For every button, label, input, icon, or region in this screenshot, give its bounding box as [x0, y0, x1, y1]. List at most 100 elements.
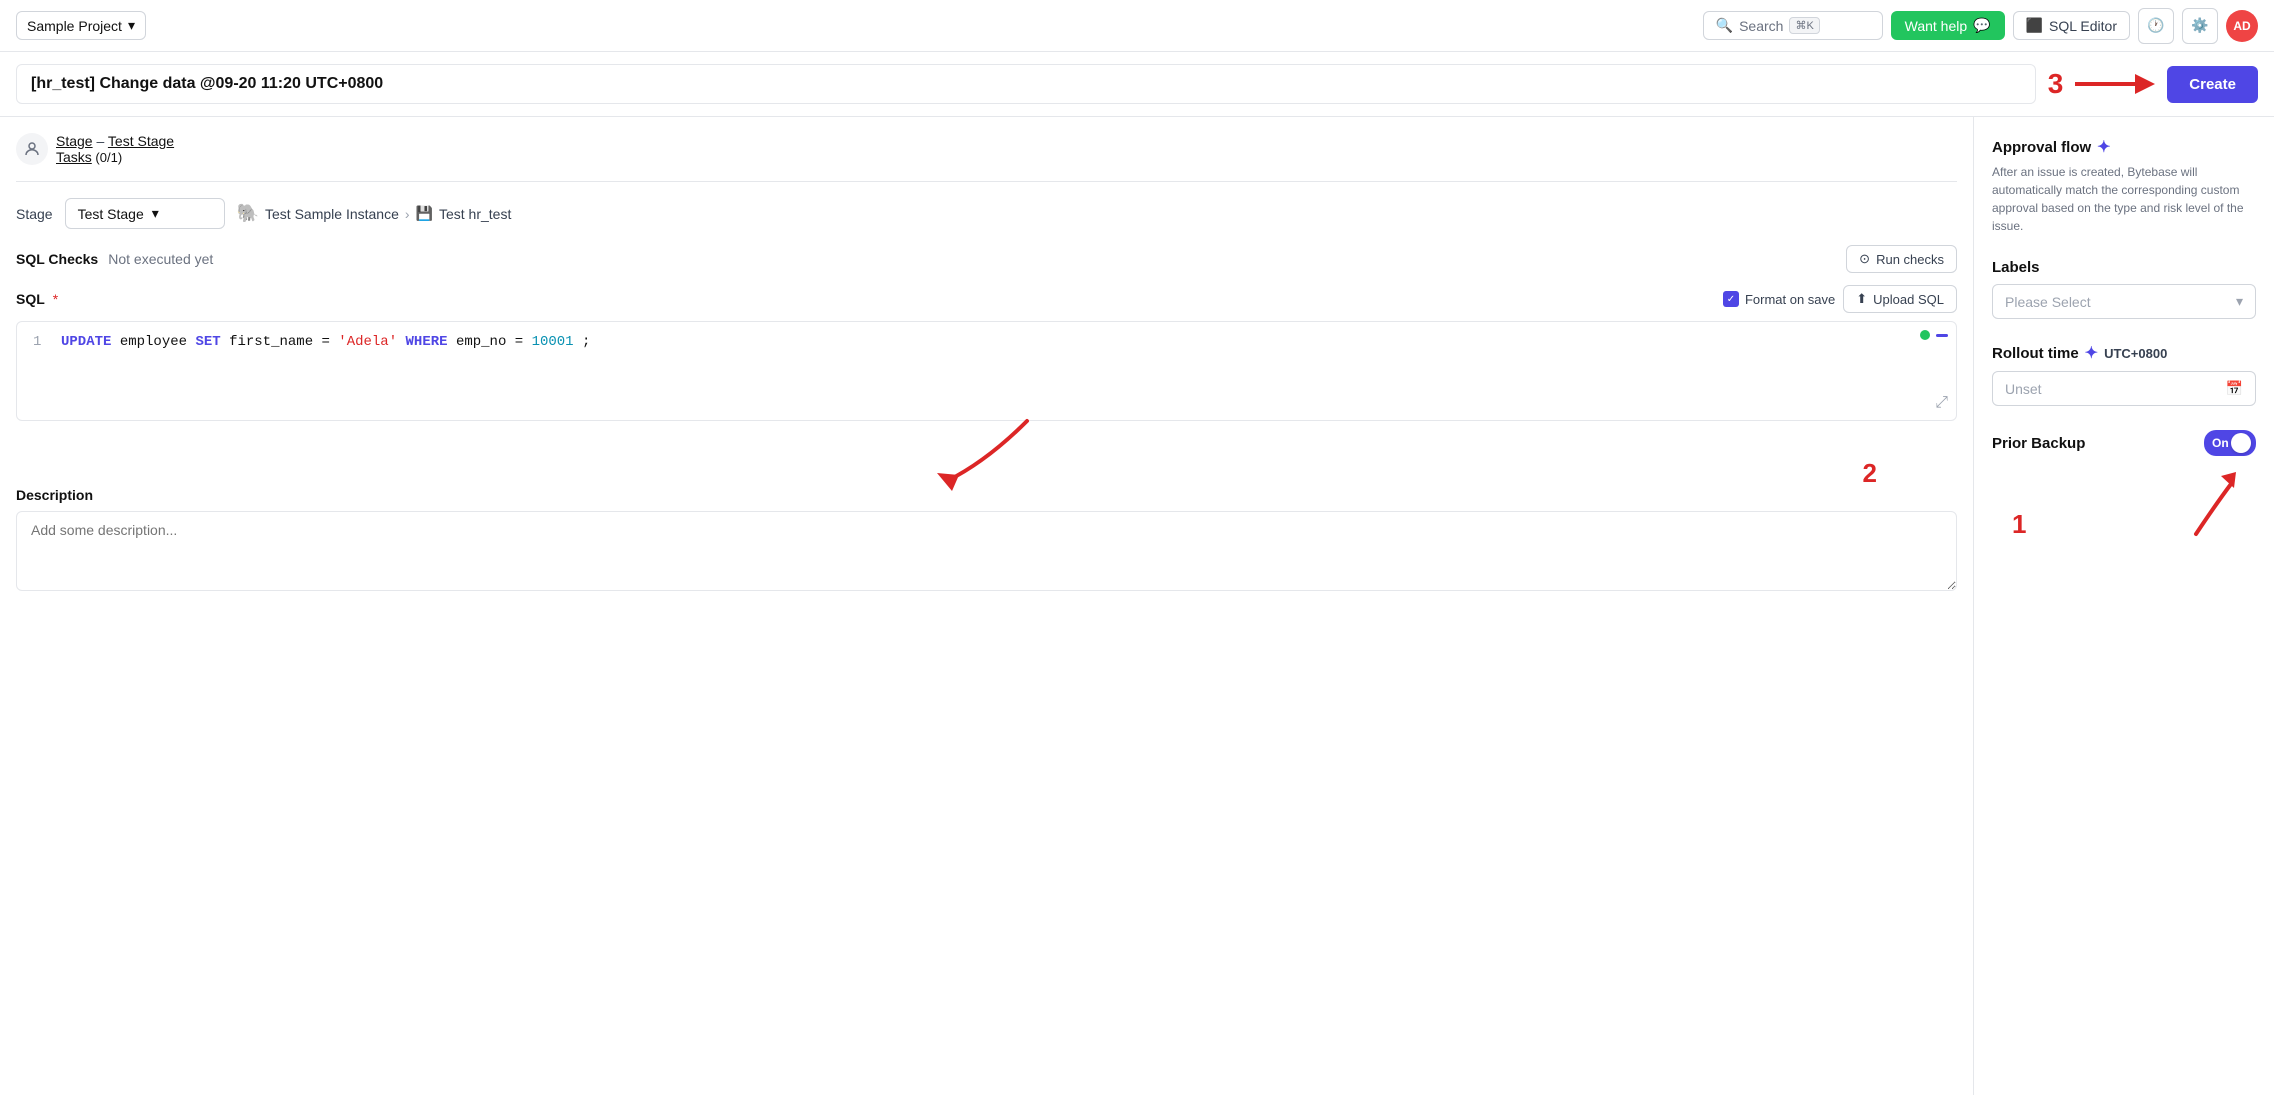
stage-link[interactable]: Stage	[56, 133, 93, 149]
gear-icon: ⚙️	[2191, 17, 2208, 34]
user-avatar[interactable]: AD	[2226, 10, 2258, 42]
run-checks-button[interactable]: ⊙ Run checks	[1846, 245, 1957, 273]
format-save-checkbox[interactable]: ✓	[1723, 291, 1739, 307]
sql-checks-label: SQL Checks	[16, 251, 98, 267]
project-selector[interactable]: Sample Project ▾	[16, 11, 146, 40]
sparkle-icon: ✦	[2097, 137, 2110, 157]
user-icon	[16, 133, 48, 165]
upload-sql-label: Upload SQL	[1873, 292, 1944, 307]
stage-dropdown[interactable]: Test Stage ▾	[65, 198, 225, 229]
number-10001: 10001	[532, 334, 574, 350]
path-separator: ›	[405, 206, 410, 222]
labels-title: Labels	[1992, 259, 2256, 276]
search-bar[interactable]: 🔍 Search ⌘K	[1703, 11, 1883, 40]
blue-dash	[1936, 334, 1948, 337]
green-status-dot	[1920, 330, 1930, 340]
prior-backup-label: Prior Backup	[1992, 435, 2085, 452]
stage-info: Stage – Test Stage Tasks (0/1)	[56, 133, 174, 165]
want-help-label: Want help	[1905, 18, 1968, 34]
db-path: 🐘 Test Sample Instance › 💾 Test hr_test	[237, 203, 512, 224]
sql-editor-container: 1 UPDATE employee SET first_name = 'Adel…	[16, 321, 1957, 491]
code-content: UPDATE employee SET first_name = 'Adela'…	[61, 334, 590, 350]
format-on-save[interactable]: ✓ Format on save	[1723, 291, 1835, 307]
run-checks-icon: ⊙	[1859, 251, 1870, 267]
stage-row: Stage Test Stage ▾ 🐘 Test Sample Instanc…	[16, 198, 1957, 229]
issue-title-input[interactable]	[16, 64, 2036, 104]
prior-backup-toggle[interactable]: On	[2204, 430, 2256, 456]
approval-flow-label: Approval flow	[1992, 139, 2091, 156]
string-adela: 'Adela'	[338, 334, 397, 350]
keyword-where: WHERE	[406, 334, 448, 350]
approval-flow-desc: After an issue is created, Bytebase will…	[1992, 163, 2256, 235]
settings-button[interactable]: ⚙️	[2182, 8, 2218, 44]
description-section: Description	[16, 487, 1957, 594]
sql-editor-label: SQL Editor	[2049, 18, 2117, 34]
keyword-update: UPDATE	[61, 334, 111, 350]
sql-label: SQL	[16, 291, 45, 307]
calendar-icon: 📅	[2226, 380, 2243, 397]
expand-icon[interactable]: ⤢	[1935, 394, 1948, 412]
rollout-title: Rollout time ✦ UTC+0800	[1992, 343, 2256, 363]
rollout-label: Rollout time	[1992, 345, 2079, 362]
description-textarea[interactable]	[16, 511, 1957, 591]
terminal-icon: ⬛	[2026, 17, 2043, 34]
upload-sql-button[interactable]: ⬆ Upload SQL	[1843, 285, 1957, 313]
approval-flow-title: Approval flow ✦	[1992, 137, 2256, 157]
line-number-1: 1	[33, 334, 49, 350]
avatar-initials: AD	[2233, 19, 2250, 33]
annotation-3-number: 3	[2048, 68, 2064, 100]
annotation-arrow-2	[897, 411, 1077, 491]
labels-section: Labels Please Select ▾	[1992, 259, 2256, 319]
search-label: Search	[1739, 18, 1783, 34]
code-line-1: 1 UPDATE employee SET first_name = 'Adel…	[33, 334, 1940, 350]
search-icon: 🔍	[1716, 17, 1733, 34]
db-icon2: 💾	[416, 205, 433, 222]
run-checks-label: Run checks	[1876, 252, 1944, 267]
annotation-2-number: 2	[1863, 458, 1877, 489]
annotation-arrow-1	[2136, 464, 2256, 544]
chevron-down-icon: ▾	[152, 205, 159, 222]
left-panel: Stage – Test Stage Tasks (0/1) Stage Tes…	[0, 117, 1974, 1095]
upload-icon: ⬆	[1856, 291, 1867, 307]
toggle-on-text: On	[2212, 436, 2229, 450]
main-layout: Stage – Test Stage Tasks (0/1) Stage Tes…	[0, 117, 2274, 1095]
sql-checks-status: Not executed yet	[108, 251, 213, 267]
dash-separator: –	[96, 133, 107, 149]
tasks-progress: (0/1)	[95, 150, 122, 165]
code-semi: ;	[582, 334, 590, 350]
project-selector-label: Sample Project	[27, 18, 122, 34]
create-label: Create	[2189, 76, 2236, 93]
rollout-datetime-input[interactable]: Unset 📅	[1992, 371, 2256, 406]
stage-breadcrumb: Stage – Test Stage Tasks (0/1)	[16, 133, 1957, 165]
chevron-down-icon: ▾	[128, 17, 135, 34]
rollout-section: Rollout time ✦ UTC+0800 Unset 📅	[1992, 343, 2256, 406]
topnav-right: 🔍 Search ⌘K Want help 💬 ⬛ SQL Editor 🕐 ⚙…	[1703, 8, 2258, 44]
db-label: Test hr_test	[439, 206, 511, 222]
chat-icon: 💬	[1973, 17, 1990, 34]
code-plain-1: employee	[120, 334, 196, 350]
rollout-placeholder: Unset	[2005, 381, 2042, 397]
timezone-label: UTC+0800	[2104, 346, 2167, 361]
clock-icon: 🕐	[2147, 17, 2164, 34]
format-save-label: Format on save	[1745, 292, 1835, 307]
required-marker: *	[53, 291, 58, 307]
chevron-down-icon: ▾	[2236, 293, 2243, 310]
create-button[interactable]: Create	[2167, 66, 2258, 103]
editor-controls	[1920, 330, 1948, 340]
code-plain-4: emp_no =	[456, 334, 532, 350]
test-stage-link[interactable]: Test Stage	[108, 133, 174, 149]
labels-placeholder: Please Select	[2005, 294, 2091, 310]
history-button[interactable]: 🕐	[2138, 8, 2174, 44]
code-plain-2: first_name =	[229, 334, 338, 350]
sql-editor-button[interactable]: ⬛ SQL Editor	[2013, 11, 2130, 40]
want-help-button[interactable]: Want help 💬	[1891, 11, 2005, 40]
code-editor[interactable]: 1 UPDATE employee SET first_name = 'Adel…	[16, 321, 1957, 421]
tasks-link[interactable]: Tasks	[56, 149, 92, 165]
stage-links: Stage – Test Stage	[56, 133, 174, 149]
tasks-row: Tasks (0/1)	[56, 149, 174, 165]
right-panel: Approval flow ✦ After an issue is create…	[1974, 117, 2274, 1095]
stage-label: Stage	[16, 206, 53, 222]
approval-flow-section: Approval flow ✦ After an issue is create…	[1992, 137, 2256, 235]
divider-1	[16, 181, 1957, 182]
labels-dropdown[interactable]: Please Select ▾	[1992, 284, 2256, 319]
